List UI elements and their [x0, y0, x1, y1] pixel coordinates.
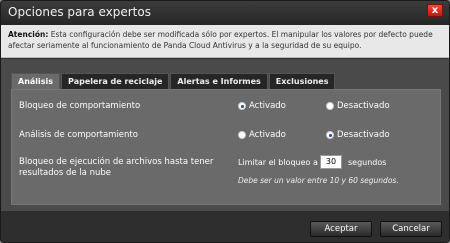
behavior-blocking-label: Bloqueo de comportamiento: [19, 101, 141, 111]
tab-alertas[interactable]: Alertas e Informes: [170, 73, 268, 89]
radio-selected-icon: [326, 131, 334, 139]
close-button[interactable]: x: [427, 4, 443, 17]
tab-analisis[interactable]: Análisis: [11, 73, 61, 89]
tab-papelera[interactable]: Papelera de reciclaje: [61, 73, 170, 89]
cloud-block-label: Bloqueo de ejecución de archivos hasta t…: [19, 157, 214, 178]
behavior-analysis-on-radio[interactable]: Activado: [238, 130, 286, 140]
limit-hint-text: Debe ser un valor entre 10 y 60 segundos…: [238, 176, 399, 185]
dialog-title: Opciones para expertos: [8, 5, 151, 19]
cancel-button[interactable]: Cancelar: [380, 221, 442, 237]
limit-unit-label: segundos: [348, 158, 387, 167]
radio-label: Desactivado: [337, 130, 390, 140]
limit-prefix-label: Limitar el bloqueo a: [238, 158, 318, 167]
expert-options-dialog: Opciones para expertos x Atención: Esta …: [0, 0, 450, 243]
behavior-blocking-on-radio[interactable]: Activado: [238, 101, 286, 111]
radio-unselected-icon: [326, 102, 334, 110]
limit-seconds-input[interactable]: 30: [320, 155, 342, 169]
radio-selected-icon: [238, 102, 246, 110]
radio-label: Activado: [249, 130, 286, 140]
title-bar[interactable]: Opciones para expertos x: [1, 1, 449, 25]
radio-unselected-icon: [238, 131, 246, 139]
radio-label: Activado: [249, 101, 286, 111]
notice-text: Esta configuración debe ser modificada s…: [8, 30, 433, 50]
notice-heading: Atención:: [8, 30, 49, 39]
tab-exclusiones[interactable]: Exclusiones: [268, 73, 336, 89]
close-icon: x: [431, 5, 439, 16]
warning-notice: Atención: Esta configuración debe ser mo…: [1, 25, 449, 58]
accept-button[interactable]: Aceptar: [310, 221, 372, 237]
behavior-analysis-label: Análisis de comportamiento: [19, 130, 138, 140]
radio-label: Desactivado: [337, 101, 390, 111]
behavior-analysis-off-radio[interactable]: Desactivado: [326, 130, 390, 140]
behavior-blocking-off-radio[interactable]: Desactivado: [326, 101, 390, 111]
tab-bar: Análisis Papelera de reciclaje Alertas e…: [11, 73, 336, 89]
